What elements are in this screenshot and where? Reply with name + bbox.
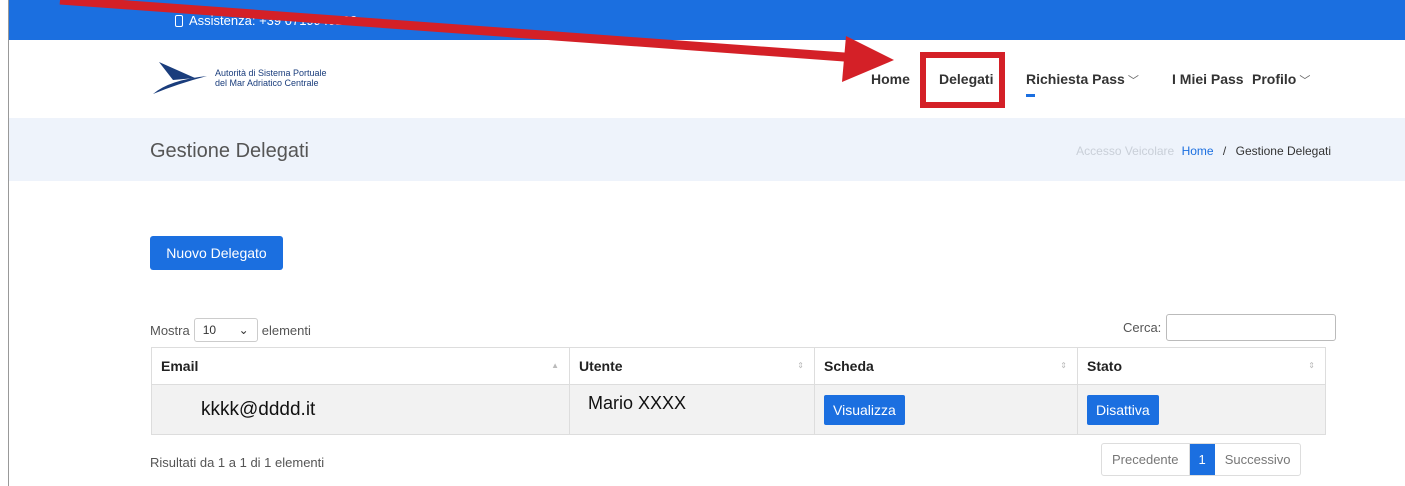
arrow-head-icon: [842, 36, 894, 82]
annotation-arrow: [59, 0, 894, 82]
